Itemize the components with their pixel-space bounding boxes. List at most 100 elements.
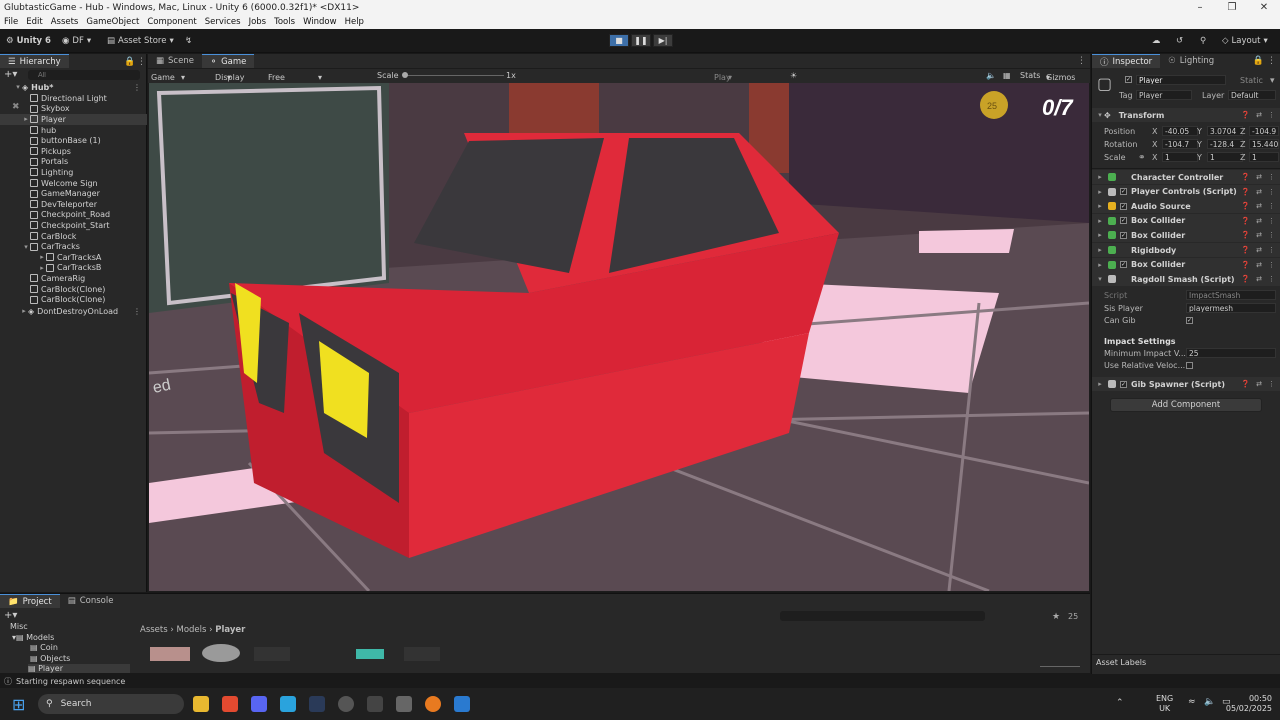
brave-icon[interactable] bbox=[222, 696, 238, 712]
hierarchy-item[interactable]: Directional Light bbox=[0, 93, 147, 104]
tab-console[interactable]: ▤ Console bbox=[60, 594, 122, 608]
rotation-x[interactable]: -104.7 bbox=[1162, 139, 1198, 149]
preset-icon[interactable]: ⇄ bbox=[1256, 275, 1262, 283]
tab-inspector[interactable]: ⓘ Inspector bbox=[1092, 54, 1161, 68]
hierarchy-item[interactable]: buttonBase (1) bbox=[0, 135, 147, 146]
hierarchy-item[interactable]: Skybox bbox=[0, 104, 147, 115]
account-button[interactable]: ⚙ Unity 6 bbox=[6, 34, 51, 48]
tree-player[interactable]: ▤ Player bbox=[28, 664, 130, 673]
menu-services[interactable]: Services bbox=[201, 17, 245, 27]
chevron-icon[interactable]: ▸ bbox=[22, 115, 30, 123]
more-icon[interactable]: ⋮ bbox=[1268, 111, 1275, 119]
chevron-down-icon[interactable]: ▾ bbox=[1270, 76, 1275, 86]
asset-store-button[interactable]: ▤ Asset Store ▾ bbox=[107, 34, 174, 48]
app-icon[interactable] bbox=[338, 696, 354, 712]
hierarchy-item[interactable]: Welcome Sign bbox=[0, 178, 147, 189]
component-header[interactable]: ▾ Ragdoll Smash (Script) ❓ ⇄ ⋮ bbox=[1092, 272, 1280, 287]
preset-icon[interactable]: ⇄ bbox=[1256, 202, 1262, 210]
menu-edit[interactable]: Edit bbox=[22, 17, 46, 27]
chevron-icon[interactable]: ▸ bbox=[38, 264, 46, 272]
preset-icon[interactable]: ⇄ bbox=[1256, 246, 1262, 254]
sis-player-field[interactable]: playermesh bbox=[1186, 303, 1276, 313]
tab-scene[interactable]: ▦ Scene bbox=[148, 54, 202, 68]
help-icon[interactable]: ❓ bbox=[1241, 275, 1250, 283]
more-icon[interactable]: ⋮ bbox=[133, 83, 141, 92]
lock-icon[interactable]: 🔒 bbox=[1253, 56, 1264, 66]
stats-button[interactable]: Stats bbox=[1020, 71, 1040, 80]
help-icon[interactable]: ❓ bbox=[1241, 380, 1250, 388]
volume-icon[interactable]: 🔈 bbox=[1204, 697, 1215, 707]
hierarchy-item[interactable]: ▸ Player bbox=[0, 114, 147, 125]
step-button[interactable]: ▶| bbox=[653, 34, 673, 47]
breadcrumb-assets[interactable]: Assets bbox=[140, 625, 168, 635]
more-icon[interactable]: ⋮ bbox=[1267, 56, 1276, 66]
rotation-z[interactable]: 15.440 bbox=[1249, 139, 1279, 149]
asset-thumb-5[interactable] bbox=[404, 647, 440, 661]
hierarchy-item[interactable]: ▾ CarTracks bbox=[0, 241, 147, 252]
component-header[interactable]: ▸ Rigidbody ❓ ⇄ ⋮ bbox=[1092, 243, 1280, 257]
sun-icon[interactable]: ☀ bbox=[790, 71, 797, 80]
unity-hub-icon[interactable] bbox=[367, 696, 383, 712]
asset-thumb-4[interactable] bbox=[356, 649, 384, 659]
help-icon[interactable]: ❓ bbox=[1241, 111, 1250, 119]
help-icon[interactable]: ❓ bbox=[1241, 217, 1250, 225]
hierarchy-item[interactable]: Pickups bbox=[0, 146, 147, 157]
component-checkbox[interactable]: ✓ bbox=[1120, 380, 1127, 388]
layout-dropdown[interactable]: ◇ Layout ▾ bbox=[1222, 34, 1268, 48]
asset-thumb-1[interactable] bbox=[150, 647, 190, 661]
tab-hierarchy[interactable]: ☰ Hierarchy bbox=[0, 54, 69, 68]
chevron-icon[interactable]: ▾ bbox=[22, 243, 30, 251]
more-icon[interactable]: ⋮ bbox=[1268, 275, 1275, 283]
more-icon[interactable]: ⋮ bbox=[1268, 261, 1275, 269]
preset-icon[interactable]: ⇄ bbox=[1256, 188, 1262, 196]
menu-tools[interactable]: Tools bbox=[270, 17, 299, 27]
more-icon[interactable]: ⋮ bbox=[1268, 173, 1275, 181]
language-indicator[interactable]: ENG UK bbox=[1156, 694, 1173, 714]
hierarchy-item[interactable]: CameraRig bbox=[0, 273, 147, 284]
star-icon[interactable]: ★ bbox=[1052, 612, 1060, 622]
component-header[interactable]: ▸ ✓ Audio Source ❓ ⇄ ⋮ bbox=[1092, 199, 1280, 214]
object-name-field[interactable]: Player bbox=[1136, 75, 1226, 85]
mute-icon[interactable]: 🔈 bbox=[986, 71, 996, 80]
preset-icon[interactable]: ⇄ bbox=[1256, 261, 1262, 269]
link-icon[interactable]: ⚭ bbox=[1138, 153, 1146, 163]
scene-row[interactable]: ▾ ◈ Hub* ⋮ bbox=[0, 82, 147, 93]
more-icon[interactable]: ⋮ bbox=[137, 57, 146, 67]
clock[interactable]: 00:50 05/02/2025 bbox=[1224, 694, 1272, 714]
more-icon[interactable]: ⋮ bbox=[1268, 202, 1275, 210]
maximize-icon[interactable]: ❐ bbox=[1216, 2, 1248, 13]
tree-models[interactable]: ▾▤ Models bbox=[12, 633, 54, 642]
vscode-icon[interactable] bbox=[454, 696, 470, 712]
wifi-icon[interactable]: ≈ bbox=[1188, 697, 1196, 707]
lock-icon[interactable]: 🔒 bbox=[124, 57, 135, 67]
transform-header[interactable]: ▾ ✥ Transform ❓ ⇄ ⋮ bbox=[1092, 108, 1280, 122]
hierarchy-item[interactable]: GameManager bbox=[0, 188, 147, 199]
component-header[interactable]: ▸ ✓ Box Collider ❓ ⇄ ⋮ bbox=[1092, 257, 1280, 272]
chevron-up-icon[interactable]: ⌃ bbox=[1116, 698, 1124, 708]
menu-file[interactable]: File bbox=[0, 17, 22, 27]
layer-dropdown[interactable]: Default bbox=[1228, 90, 1276, 100]
preset-icon[interactable]: ⇄ bbox=[1256, 231, 1262, 239]
component-gib-spawner[interactable]: ▸ ✓ Gib Spawner (Script) ❓ ⇄ ⋮ bbox=[1092, 377, 1280, 391]
hierarchy-item[interactable]: CarBlock(Clone) bbox=[0, 284, 147, 295]
menu-help[interactable]: Help bbox=[341, 17, 368, 27]
windows-start-icon[interactable]: ⊞ bbox=[12, 695, 25, 714]
preset-icon[interactable]: ⇄ bbox=[1256, 173, 1262, 181]
scale-y[interactable]: 1 bbox=[1207, 152, 1243, 162]
project-search-input[interactable] bbox=[780, 611, 985, 621]
add-icon[interactable]: +▾ bbox=[4, 69, 17, 80]
hierarchy-item[interactable]: Portals bbox=[0, 157, 147, 168]
menu-gameobject[interactable]: GameObject bbox=[82, 17, 143, 27]
component-checkbox[interactable]: ✓ bbox=[1120, 202, 1127, 210]
user-button[interactable]: ◉ DF ▾ bbox=[62, 34, 91, 48]
taskbar-search[interactable]: ⚲ Search bbox=[38, 694, 184, 714]
breadcrumb-player[interactable]: Player bbox=[215, 625, 245, 635]
tab-game[interactable]: ⚬ Game bbox=[201, 54, 255, 68]
menu-jobs[interactable]: Jobs bbox=[245, 17, 271, 27]
active-checkbox[interactable]: ✓ bbox=[1125, 76, 1132, 83]
hierarchy-item[interactable]: DevTeleporter bbox=[0, 199, 147, 210]
more-icon[interactable]: ⋮ bbox=[1268, 380, 1275, 388]
preset-icon[interactable]: ⇄ bbox=[1256, 380, 1262, 388]
position-y[interactable]: 3.0704 bbox=[1207, 126, 1243, 136]
help-icon[interactable]: ❓ bbox=[1241, 231, 1250, 239]
